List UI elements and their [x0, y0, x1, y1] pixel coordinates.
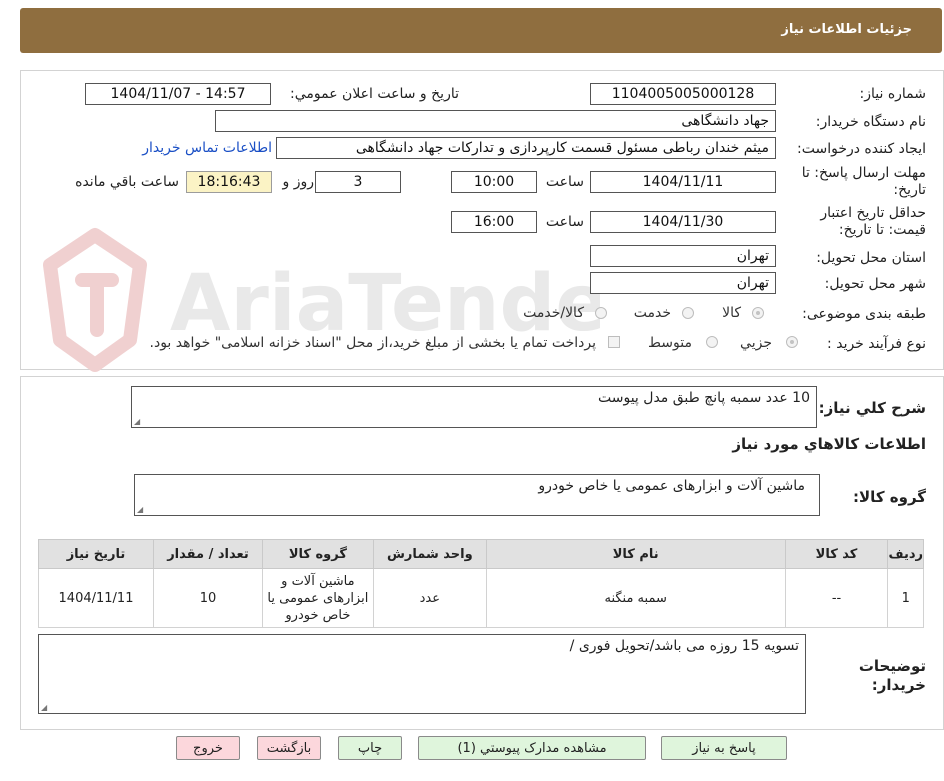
price-validity-time-field[interactable]: 16:00 [451, 211, 537, 233]
need-number-field[interactable]: 1104005005000128 [590, 83, 776, 105]
buyer-contact-link[interactable]: اطلاعات تماس خريدار [142, 140, 272, 156]
goods-group-textarea[interactable]: ماشین آلات و ابزارهای عمومی یا خاص خودرو… [134, 474, 820, 516]
print-button[interactable]: چاپ [338, 736, 402, 760]
cell-row-number: 1 [887, 568, 924, 628]
days-remaining-field[interactable]: 3 [315, 171, 401, 193]
need-number-label: شماره نیاز: [859, 86, 927, 102]
exit-button[interactable]: خروج [176, 736, 240, 760]
process-type-label: نوع فرآيند خريد : [827, 336, 926, 352]
general-desc-label: شرح کلي نياز: [818, 399, 926, 417]
table-row[interactable]: 1 -- سمبه منگنه عدد ماشین آلات و ابزارها… [38, 568, 924, 628]
treasury-docs-note: پرداخت تمام يا بخشی از مبلغ خريد،از محل … [149, 335, 596, 351]
days-word-label: روز و [282, 174, 315, 190]
cell-unit: عدد [372, 568, 487, 628]
buyer-org-label: نام دستگاه خريدار: [815, 114, 926, 130]
category-label: طبقه بندی موضوعی: [802, 306, 926, 322]
process-medium-radio[interactable] [706, 336, 718, 348]
buyer-org-field[interactable]: جهاد دانشگاهی [215, 110, 776, 132]
buyer-notes-label: توضيحات خريدار: [858, 657, 926, 694]
requester-label: ايجاد کننده درخواست: [797, 141, 926, 157]
view-attachments-button[interactable]: مشاهده مدارک پيوستي (1) [418, 736, 646, 760]
page-header: جزئیات اطلاعات نیاز [20, 8, 942, 53]
goods-group-label: گروه کالا: [853, 488, 926, 506]
deadline-time-field[interactable]: 10:00 [451, 171, 537, 193]
price-validity-date-field[interactable]: 1404/11/30 [590, 211, 776, 233]
col-header-row-number: رديف [887, 539, 924, 569]
remaining-time-field: 18:16:43 [186, 171, 272, 193]
page-title: جزئیات اطلاعات نیاز [781, 22, 912, 37]
goods-group-text: ماشین آلات و ابزارهای عمومی یا خاص خودرو [538, 478, 805, 494]
col-header-unit: واحد شمارش [372, 539, 487, 569]
general-desc-textarea[interactable]: 10 عدد سمبه پانچ طبق مدل پیوست ◢ [131, 386, 817, 428]
goods-info-title: اطلاعات کالاهاي مورد نياز [732, 435, 926, 453]
announce-datetime-label: تاریخ و ساعت اعلان عمومي: [290, 86, 459, 102]
remaining-time-label: ساعت باقي مانده [75, 174, 179, 190]
buyer-notes-text: تسویه 15 روزه می باشد/تحویل فوری / [569, 638, 799, 654]
col-header-goods-group: گروه کالا [261, 539, 374, 569]
requester-field[interactable]: میثم خندان رباطی مسئول قسمت کارپردازی و … [276, 137, 776, 159]
resize-handle-icon[interactable]: ◢ [134, 418, 140, 426]
city-field[interactable]: تهران [590, 272, 776, 294]
process-minor-label: جزيي [740, 335, 772, 351]
deadline-time-label: ساعت [545, 174, 584, 190]
back-button[interactable]: بازگشت [257, 736, 321, 760]
deadline-date-field[interactable]: 1404/11/11 [590, 171, 776, 193]
col-header-quantity: تعداد / مقدار [153, 539, 263, 569]
process-minor-radio[interactable] [786, 336, 798, 348]
col-header-goods-name: نام کالا [485, 539, 786, 569]
resize-handle-icon[interactable]: ◢ [137, 506, 143, 514]
resize-handle-icon[interactable]: ◢ [41, 704, 47, 712]
category-goods-service-label: کالا/خدمت [523, 305, 584, 321]
province-field[interactable]: تهران [590, 245, 776, 267]
category-service-radio[interactable] [682, 307, 694, 319]
treasury-docs-checkbox[interactable] [608, 336, 620, 348]
process-medium-label: متوسط [648, 335, 692, 351]
buyer-notes-textarea[interactable]: تسویه 15 روزه می باشد/تحویل فوری / ◢ [38, 634, 806, 714]
announce-datetime-field[interactable]: 1404/11/07 - 14:57 [85, 83, 271, 105]
col-header-goods-code: کد کالا [784, 539, 889, 569]
validity-time-label: ساعت [545, 214, 584, 230]
price-validity-label: حداقل تاريخ اعتبار قيمت: تا تاريخ: [820, 205, 926, 238]
goods-table-header-row: رديف کد کالا نام کالا واحد شمارش گروه کا… [38, 539, 924, 569]
province-label: استان محل تحويل: [816, 250, 926, 266]
reply-to-need-button[interactable]: پاسخ به نياز [661, 736, 787, 760]
col-header-need-date: تاريخ نياز [38, 539, 154, 569]
city-label: شهر محل تحويل: [824, 276, 926, 292]
cell-goods-group: ماشین آلات و ابزارهای عمومی یا خاص خودرو [261, 568, 374, 628]
goods-table: رديف کد کالا نام کالا واحد شمارش گروه کا… [38, 539, 924, 628]
category-service-label: خدمت [633, 305, 671, 321]
deadline-label: مهلت ارسال پاسخ: تا تاريخ: [801, 165, 926, 198]
general-desc-text: 10 عدد سمبه پانچ طبق مدل پیوست [597, 390, 810, 406]
category-goods-service-radio[interactable] [595, 307, 607, 319]
category-goods-radio[interactable] [752, 307, 764, 319]
cell-goods-name: سمبه منگنه [485, 568, 786, 628]
category-goods-label: کالا [722, 305, 741, 321]
cell-quantity: 10 [153, 568, 263, 628]
cell-need-date: 1404/11/11 [38, 568, 154, 628]
cell-goods-code: -- [784, 568, 889, 628]
